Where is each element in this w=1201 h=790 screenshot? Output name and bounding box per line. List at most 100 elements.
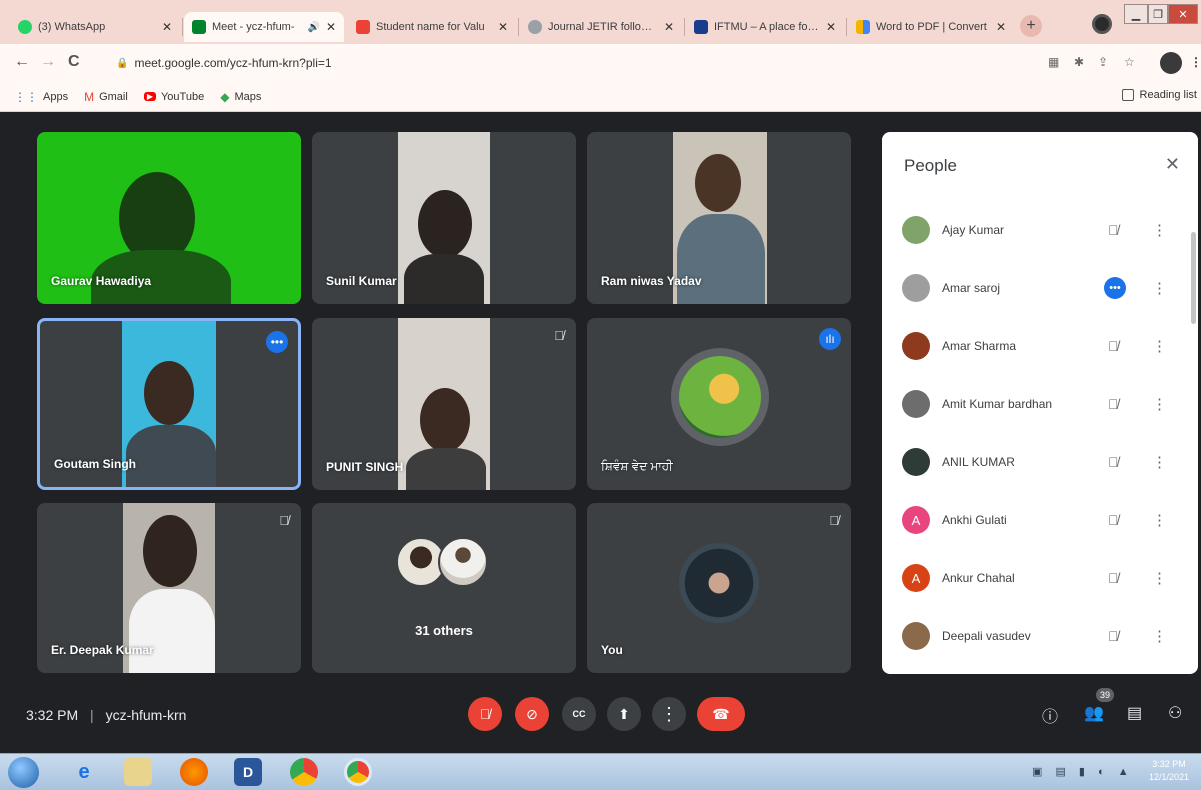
chrome-active-icon[interactable] [344,758,372,786]
more-vert-icon[interactable]: ⋮ [1152,569,1167,587]
participant-name: Sunil Kumar [326,274,397,288]
new-tab-button[interactable]: + [1020,15,1042,37]
word-icon[interactable]: D [234,758,262,786]
person-name: Ankhi Gulati [942,513,1007,527]
more-options-button[interactable]: ⋮ [652,697,686,731]
windows-taskbar: e D ▣ ▤ ▮ ◐ ▲ 3:32 PM 12/1/2021 [0,753,1201,790]
tab-meet[interactable]: Meet - ycz-hfum- 🔊 ✕ [184,12,344,42]
participant-tile[interactable]: 🎙̸ Er. Deepak Kumar [37,503,301,673]
mic-muted-icon: 🎙̸ [554,328,564,343]
extension-icon[interactable]: ✱ [1074,55,1084,69]
chrome-profile-icon[interactable] [1092,14,1112,34]
people-scrollbar[interactable] [1191,232,1196,324]
people-list-item[interactable]: A Ankur Chahal 🎙̸ ⋮ [882,558,1198,598]
bookmark-apps[interactable]: ⋮⋮ Apps [14,90,68,104]
phone-hangup-icon: ☎ [712,705,730,722]
more-vert-icon[interactable]: ⋮ [1152,337,1167,355]
reload-icon[interactable]: C [68,53,80,71]
more-vert-icon[interactable]: ⋮ [1152,221,1167,239]
people-list-item[interactable]: Amit Kumar bardhan 🎙̸ ⋮ [882,384,1198,424]
minimize-window-button[interactable]: ▁ [1124,4,1148,24]
bookmark-youtube[interactable]: ▶ YouTube [143,91,204,103]
more-vert-icon[interactable]: ⋮ [1152,511,1167,529]
close-tab-icon[interactable]: ✕ [162,20,172,34]
person-avatar [902,622,930,650]
meeting-details: 3:32 PM | ycz-hfum-krn [26,707,187,723]
participant-tile[interactable]: Sunil Kumar [312,132,576,304]
participant-video [398,318,490,490]
participant-video [122,321,216,487]
participant-tile[interactable]: 🎙̸ PUNIT SINGH [312,318,576,490]
toggle-mic-button[interactable]: 🎙̸ [468,697,502,731]
back-arrow-icon[interactable]: ← [14,53,30,71]
firefox-icon[interactable] [180,758,208,786]
tab-iftmu[interactable]: IFTMU – A place for e ✕ [686,12,844,42]
participant-tile[interactable]: ••• Goutam Singh [37,318,301,490]
close-tab-icon[interactable]: ✕ [996,20,1006,34]
leave-call-button[interactable]: ☎ [697,697,745,731]
tab-student-names[interactable]: Student name for Valu ✕ [348,12,516,42]
more-vert-icon[interactable]: ⋮ [1152,453,1167,471]
close-tab-icon[interactable]: ✕ [664,20,674,34]
taskbar-clock[interactable]: 3:32 PM 12/1/2021 [1149,758,1189,784]
chrome-icon[interactable] [290,758,318,786]
people-list-item[interactable]: A Ankhi Gulati 🎙̸ ⋮ [882,500,1198,540]
participant-tile[interactable]: Ram niwas Yadav [587,132,851,304]
person-avatar [902,448,930,476]
toggle-camera-button[interactable]: ⊘ [515,697,549,731]
bookmark-maps[interactable]: ◆ Maps [220,90,261,104]
close-tab-icon[interactable]: ✕ [326,20,336,34]
participant-avatar-image [679,356,761,438]
people-list-item[interactable]: Ajay Kumar 🎙̸ ⋮ [882,210,1198,250]
address-bar[interactable]: 🔒 meet.google.com/ycz-hfum-krn?pli=1 [104,50,1104,76]
close-tab-icon[interactable]: ✕ [498,20,508,34]
captions-button[interactable]: CC [562,697,596,731]
whatsapp-favicon-icon [18,20,32,34]
tab-journal-jetir[interactable]: Journal JETIR follow U ✕ [520,12,682,42]
more-vert-icon: ⋮ [660,703,678,724]
present-screen-button[interactable]: ⬆ [607,697,641,731]
chat-icon[interactable]: ▤ [1127,703,1142,723]
file-explorer-icon[interactable] [124,758,152,786]
mic-muted-icon: 🎙̸ [1108,338,1119,354]
bookmark-star-icon[interactable]: ☆ [1124,55,1135,69]
participant-name: Gaurav Hawadiya [51,274,152,288]
system-tray-icons[interactable]: ▣ ▤ ▮ ◐ ▲ [1032,765,1134,778]
profile-avatar[interactable] [1160,52,1182,74]
people-list-item[interactable]: Amar Sharma 🎙̸ ⋮ [882,326,1198,366]
pdf-favicon-icon [856,20,870,34]
translate-icon[interactable]: ▦ [1048,55,1059,69]
meeting-info-icon[interactable]: ⓘ [1042,703,1058,727]
tab-word-to-pdf[interactable]: Word to PDF | Convert ✕ [848,12,1014,42]
tab-whatsapp[interactable]: (3) WhatsApp ✕ [10,12,180,42]
audio-playing-icon[interactable]: 🔊 [307,22,319,33]
windows-start-button[interactable] [8,757,39,788]
internet-explorer-icon[interactable]: e [70,758,98,786]
reading-list-button[interactable]: Reading list [1121,89,1197,101]
activities-icon[interactable]: ⚇ [1168,703,1182,723]
participant-tile[interactable]: ılı ਸ਼ਿਵੰਸ਼ ਵੇਦ ਮਾਹੀ [587,318,851,490]
participant-avatar [438,537,488,587]
self-tile[interactable]: 🎙̸ You [587,503,851,673]
present-screen-icon: ⬆ [618,705,630,722]
maximize-window-button[interactable]: ❐ [1148,4,1168,24]
more-vert-icon[interactable]: ⋮ [1152,279,1167,297]
more-vert-icon[interactable]: ⋮ [1152,627,1167,645]
more-vert-icon[interactable]: ⋮ [1152,395,1167,413]
chrome-menu-icon[interactable]: ⋮ [1190,55,1201,69]
participant-tile[interactable]: Gaurav Hawadiya [37,132,301,304]
forward-arrow-icon[interactable]: → [40,53,56,71]
more-options-icon[interactable]: ••• [266,331,288,353]
close-tab-icon[interactable]: ✕ [826,20,836,34]
bookmark-gmail[interactable]: M Gmail [84,90,128,104]
participant-name: ਸ਼ਿਵੰਸ਼ ਵੇਦ ਮਾਹੀ [601,459,673,473]
close-window-button[interactable]: ✕ [1168,4,1198,24]
people-icon[interactable]: 👥 [1084,703,1104,723]
people-list-item[interactable]: Deepali vasudev 🎙̸ ⋮ [882,616,1198,656]
mic-muted-icon: 🎙̸ [829,513,839,528]
people-list-item[interactable]: Amar saroj ••• ⋮ [882,268,1198,308]
share-icon[interactable]: ⇪ [1098,55,1108,69]
people-list-item[interactable]: ANIL KUMAR 🎙̸ ⋮ [882,442,1198,482]
close-icon[interactable]: ✕ [1165,154,1180,175]
others-tile[interactable]: 31 others [312,503,576,673]
